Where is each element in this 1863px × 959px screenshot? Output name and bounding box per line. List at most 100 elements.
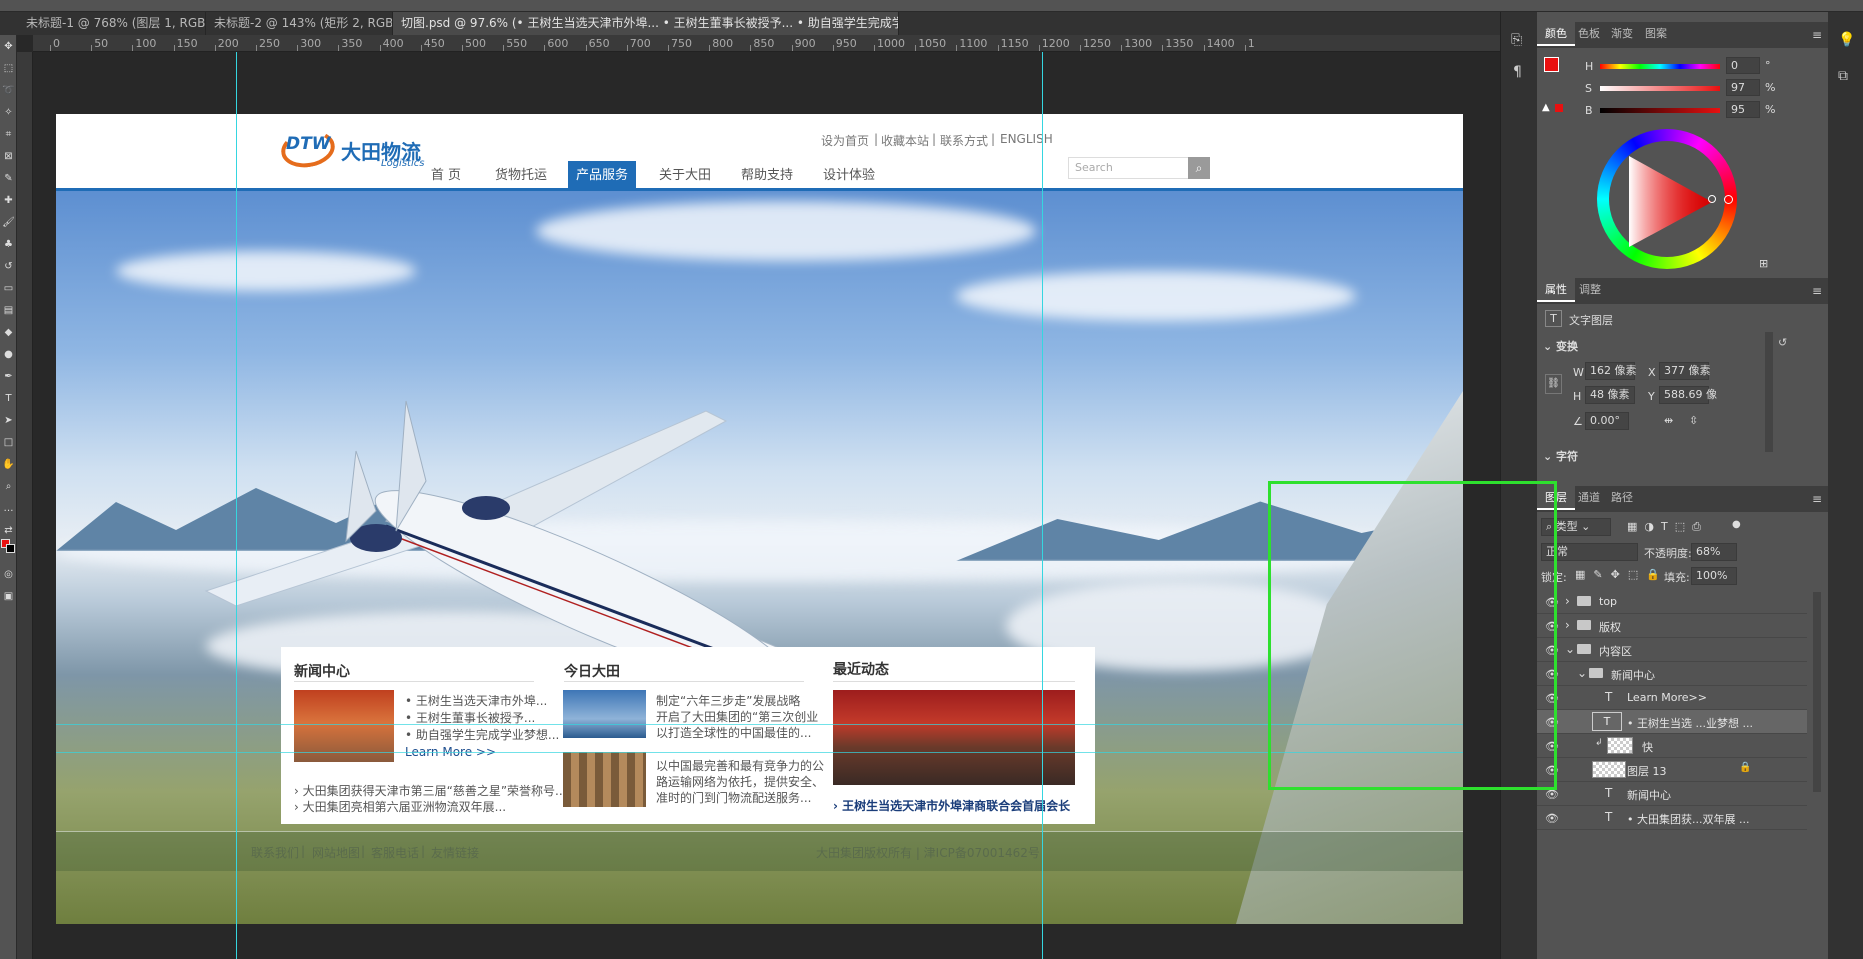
width-input[interactable]: 162 像素 [1585,362,1637,380]
horizontal-guide[interactable] [56,724,1463,725]
nav-help[interactable]: 帮助支持 [732,161,802,191]
tab-properties[interactable]: 属性 [1537,278,1575,302]
layer-row[interactable]: 👁 ⌄ 新闻中心 [1537,662,1807,686]
chevron-right-icon[interactable]: › [1565,594,1570,608]
site-search-input[interactable]: Search [1068,157,1208,179]
marquee-tool-icon[interactable]: ⬚ [2,62,15,75]
tab-gradients[interactable]: 渐变 [1603,22,1641,46]
vertical-guide[interactable] [236,52,237,959]
y-input[interactable]: 588.69 像 [1659,386,1717,404]
document-canvas[interactable]: DTW 大田物流 Logistics 设为首页 | 收藏本站 | 联系方式 | … [56,114,1463,924]
gamut-swatch[interactable] [1555,104,1563,112]
opacity-input[interactable]: 68% [1691,543,1737,561]
gradient-tool-icon[interactable]: ▤ [2,304,15,317]
flip-vertical-icon[interactable]: ⇳ [1689,414,1698,427]
layer-row[interactable]: 👁 › top [1537,590,1807,614]
hand-tool-icon[interactable]: ✋ [2,458,15,471]
history-brush-tool-icon[interactable]: ↺ [2,260,15,273]
height-input[interactable]: 48 像素 [1585,386,1635,404]
link-icon[interactable]: ⛓ [1545,374,1562,394]
lock-icons[interactable]: ▦✎✥⬚🔒 [1575,568,1668,581]
lasso-tool-icon[interactable]: ➰ [2,84,15,97]
type-tool-icon[interactable]: T [2,392,15,405]
hue-slider[interactable] [1600,64,1720,69]
news-list-item[interactable]: › 大田集团亮相第六届亚洲物流双年展... [294,798,506,815]
dodge-tool-icon[interactable]: ● [2,348,15,361]
tab-cut-psd[interactable]: 切图.psd @ 97.6% (• 王树生当选天津市外埠... • 王树生董事长… [393,12,899,35]
move-tool-icon[interactable]: ✥ [2,40,15,53]
learn-bulb-icon[interactable]: 💡 [1838,32,1855,48]
nav-about[interactable]: 关于大田 [650,161,720,191]
rectangle-tool-icon[interactable]: □ [2,436,15,449]
news-item[interactable]: • 王树生当选天津市外埠... [405,692,547,709]
layer-row[interactable]: 👁 图层 13 🔒 [1537,758,1807,782]
nav-products[interactable]: 产品服务 [568,161,636,191]
eyedropper-tool-icon[interactable]: ✎ [2,172,15,185]
nav-home[interactable]: 首 页 [416,161,476,191]
tab-patterns[interactable]: 图案 [1637,22,1675,46]
link-contact[interactable]: 联系方式 [940,132,988,149]
link-english[interactable]: ENGLISH [1000,132,1053,146]
brush-tool-icon[interactable]: 🖌 [2,216,15,229]
magic-wand-tool-icon[interactable]: ✧ [2,106,15,119]
expand-icon[interactable]: ⊞ [1759,257,1768,270]
news-list-item[interactable]: › 大田集团获得天津市第三届“慈善之星”荣誉称号... [294,782,567,799]
brightness-slider[interactable] [1600,108,1720,113]
layer-row[interactable]: 👁 T • 大田集团获...双年展 ... [1537,806,1807,830]
more-tools-icon[interactable]: … [2,502,15,515]
search-icon[interactable]: ⌕ [1188,157,1210,179]
pen-tool-icon[interactable]: ✒ [2,370,15,383]
news-item[interactable]: • 助自强学生完成学业梦想... [405,726,559,743]
footer-link[interactable]: 网站地图 [312,844,360,861]
layer-row[interactable]: 👁 T 新闻中心 [1537,782,1807,806]
vertical-guide[interactable] [1042,52,1043,959]
layer-row-selected[interactable]: 👁 T • 王树生当选 ...业梦想 ... [1537,710,1807,734]
path-selection-tool-icon[interactable]: ➤ [2,414,15,427]
layer-filter-icons[interactable]: ▦◑T⬚⎙ [1627,520,1708,534]
panel-scrollbar[interactable] [1765,332,1773,452]
foreground-color-swatch[interactable] [1544,57,1559,72]
layer-row[interactable]: 👁 ↲ 快 [1537,734,1807,758]
hue-handle[interactable] [1724,195,1733,204]
chevron-right-icon[interactable]: › [1565,618,1570,632]
footer-link[interactable]: 联系我们 [251,844,299,861]
reset-icon[interactable]: ↺ [1778,336,1787,349]
saturation-slider[interactable] [1600,86,1720,91]
warning-icon[interactable]: ▲ [1542,102,1550,113]
panel-menu-icon[interactable]: ≡ [1812,28,1822,42]
screen-mode-icon[interactable]: ▣ [2,590,15,603]
zoom-tool-icon[interactable]: ⌕ [2,480,15,493]
link-favorite[interactable]: 收藏本站 [881,132,929,149]
tab-paths[interactable]: 路径 [1603,486,1641,510]
paragraph-panel-icon[interactable]: ¶ [1513,64,1522,80]
panel-menu-icon[interactable]: ≡ [1812,492,1822,506]
angle-input[interactable]: 0.00° [1585,412,1629,430]
transform-section[interactable]: ⌄ 变换 [1543,338,1578,354]
flip-horizontal-icon[interactable]: ⇹ [1664,414,1673,427]
x-input[interactable]: 377 像素 [1659,362,1711,380]
character-section[interactable]: ⌄ 字符 [1543,448,1578,464]
filter-toggle-icon[interactable]: ● [1732,519,1741,530]
healing-brush-tool-icon[interactable]: ✚ [2,194,15,207]
crop-tool-icon[interactable]: ⌗ [2,128,15,141]
frame-tool-icon[interactable]: ⊠ [2,150,15,163]
nav-shipping[interactable]: 货物托运 [486,161,556,191]
footer-link[interactable]: 友情链接 [431,844,479,861]
stamp-tool-icon[interactable]: ♣ [2,238,15,251]
background-color-swatch[interactable] [6,544,15,553]
panel-menu-icon[interactable]: ≡ [1812,284,1822,298]
layer-row[interactable]: 👁 › 版权 [1537,614,1807,638]
libraries-icon[interactable]: ⧉ [1838,68,1848,84]
lock-icon[interactable]: 🔒 [1739,762,1751,773]
recent-caption-link[interactable]: › 王树生当选天津市外埠津商联合会首届会长 [833,797,1070,814]
nav-design[interactable]: 设计体验 [814,161,884,191]
horizontal-guide[interactable] [56,752,1463,753]
chevron-down-icon[interactable]: ⌄ [1577,666,1587,680]
layer-row[interactable]: 👁 T Learn More>> [1537,686,1807,710]
saturation-input[interactable]: 97 [1726,79,1760,96]
link-set-homepage[interactable]: 设为首页 [821,132,869,149]
tab-untitled-1[interactable]: 未标题-1 @ 768% (图层 1, RGB/8) *× [18,12,206,35]
eraser-tool-icon[interactable]: ▭ [2,282,15,295]
tab-adjustments[interactable]: 调整 [1571,278,1609,302]
color-picker-handle[interactable] [1708,195,1716,203]
